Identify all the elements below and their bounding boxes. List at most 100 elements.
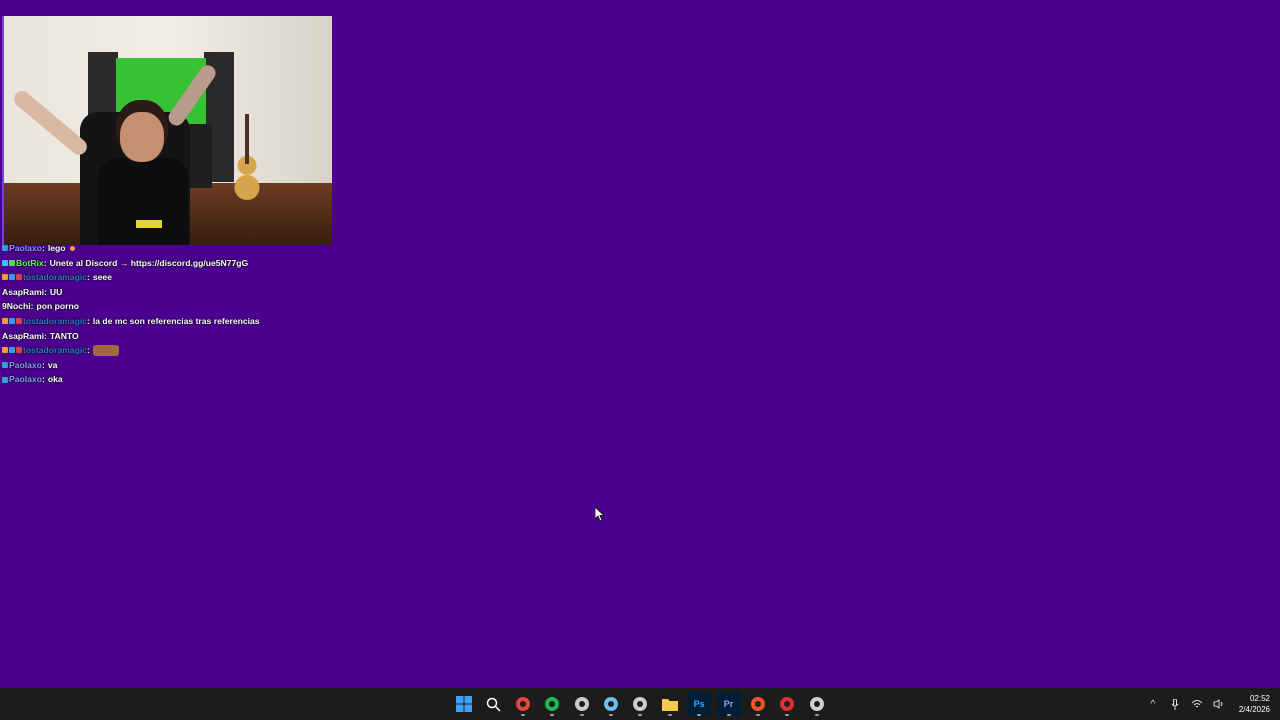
- app-c-icon[interactable]: [805, 692, 829, 716]
- webcam-streamer: [98, 112, 188, 245]
- chat-text: seee: [92, 272, 112, 283]
- badge-icon: [2, 376, 8, 383]
- chat-username: Paolaxo: [9, 243, 42, 253]
- emoji-icon: [69, 245, 75, 251]
- chat-message: Paolaxo: oka: [2, 372, 562, 387]
- wifi-icon[interactable]: [1191, 698, 1203, 710]
- running-indicator: [579, 714, 584, 716]
- chat-badges: [2, 362, 8, 369]
- chat-message: tostadoramagic: la de mc son referencias …: [2, 314, 562, 329]
- chat-badges: [2, 318, 22, 325]
- chat-text: UU: [49, 286, 63, 297]
- chat-separator: :: [41, 243, 45, 253]
- chat-text: va: [47, 359, 58, 370]
- premiere-label: Pr: [723, 699, 734, 709]
- clock-date: 2/4/2026: [1238, 705, 1270, 714]
- emote-icon: [92, 344, 119, 356]
- chat-separator: :: [43, 257, 47, 268]
- chat-message: AsapRami: TANTO: [2, 329, 562, 344]
- taskbar-apps: Ps Pr: [452, 688, 834, 720]
- chat-text: TANTO: [49, 330, 79, 341]
- chat-overlay: Paolaxo: lego BotRix: Unete al Discord → ht…: [2, 241, 562, 387]
- badge-icon: [2, 362, 8, 369]
- chat-text: pon porno: [36, 301, 80, 312]
- premiere-icon[interactable]: Pr: [716, 692, 741, 716]
- chat-text: Unete al Discord → https://discord.gg/ue…: [49, 257, 249, 268]
- search-icon[interactable]: [481, 692, 505, 716]
- chat-separator: :: [30, 301, 34, 312]
- chat-username: 9Nochi: [2, 301, 31, 312]
- brave-icon[interactable]: [746, 692, 770, 716]
- chat-message: Paolaxo: lego: [2, 241, 562, 256]
- chat-username: Paolaxo: [9, 374, 42, 385]
- chat-username: AsapRami: [2, 330, 45, 341]
- obs-icon[interactable]: [628, 692, 652, 716]
- chat-username: tostadoramagic: [23, 272, 87, 283]
- chrome-icon[interactable]: [511, 692, 535, 716]
- running-indicator: [667, 714, 672, 716]
- badge-icon: [9, 259, 15, 266]
- chat-username: Paolaxo: [9, 359, 42, 370]
- chevron-up-icon[interactable]: ^: [1147, 698, 1159, 710]
- chat-message: 9Nochi: pon porno: [2, 299, 562, 314]
- running-indicator: [638, 714, 643, 716]
- chat-badges: [2, 245, 8, 252]
- webcam-guitar: [234, 114, 260, 208]
- clock[interactable]: 02:52 2/4/2026: [1239, 693, 1270, 715]
- chat-message: tostadoramagic:: [2, 343, 562, 358]
- clock-time: 02:52: [1249, 694, 1270, 703]
- chat-username: AsapRami: [2, 286, 45, 297]
- xbox-icon[interactable]: [570, 692, 594, 716]
- chat-separator: :: [41, 374, 45, 385]
- webcam-head: [120, 112, 164, 162]
- chat-username: BotRix: [16, 257, 44, 268]
- running-indicator: [785, 714, 790, 716]
- photoshop-label: Ps: [693, 699, 705, 709]
- spotify-icon[interactable]: [540, 692, 564, 716]
- steam-icon[interactable]: [599, 692, 623, 716]
- running-indicator: [697, 714, 702, 716]
- chat-separator: :: [44, 286, 47, 297]
- badge-icon: [16, 274, 22, 281]
- badge-icon: [16, 347, 22, 354]
- badge-icon: [2, 347, 8, 354]
- badge-icon: [16, 318, 22, 325]
- chat-badges: [2, 376, 8, 383]
- taskbar: Ps Pr ^ 02:52 2/4/2026: [0, 688, 1280, 720]
- chat-separator: :: [87, 315, 90, 326]
- chat-message: BotRix: Unete al Discord → https://discor…: [2, 256, 562, 271]
- microphone-icon[interactable]: [1169, 698, 1181, 710]
- start-icon[interactable]: [452, 692, 476, 716]
- folder-icon[interactable]: [658, 692, 682, 716]
- system-tray: ^ 02:52 2/4/2026: [1137, 688, 1271, 720]
- webcam-overlay: [2, 16, 332, 245]
- streamdeck-icon[interactable]: [775, 692, 799, 716]
- chat-message: AsapRami: UU: [2, 285, 562, 300]
- running-indicator: [814, 714, 819, 716]
- chat-text: oka: [47, 374, 63, 385]
- chat-badges: [2, 259, 15, 266]
- shirt-logo: [136, 220, 162, 228]
- chat-separator: :: [44, 330, 47, 341]
- badge-icon: [9, 274, 15, 281]
- chat-text: la de mc son referencias tras referencia…: [92, 315, 260, 326]
- badge-icon: [2, 259, 8, 266]
- chat-text: lego: [47, 243, 66, 253]
- running-indicator: [726, 714, 731, 716]
- chat-badges: [2, 347, 22, 354]
- volume-icon[interactable]: [1213, 698, 1225, 710]
- chat-username: tostadoramagic: [23, 345, 87, 356]
- chat-message: Paolaxo: va: [2, 358, 562, 373]
- badge-icon: [2, 245, 8, 252]
- photoshop-icon[interactable]: Ps: [687, 692, 712, 716]
- running-indicator: [520, 714, 525, 716]
- chat-badges: [2, 274, 22, 281]
- webcam-shirt: [98, 158, 188, 245]
- chat-separator: :: [41, 359, 45, 370]
- running-indicator: [608, 714, 613, 716]
- badge-icon: [9, 318, 15, 325]
- badge-icon: [9, 347, 15, 354]
- badge-icon: [2, 274, 8, 281]
- webcam-border: [2, 16, 4, 245]
- chat-separator: :: [87, 345, 90, 356]
